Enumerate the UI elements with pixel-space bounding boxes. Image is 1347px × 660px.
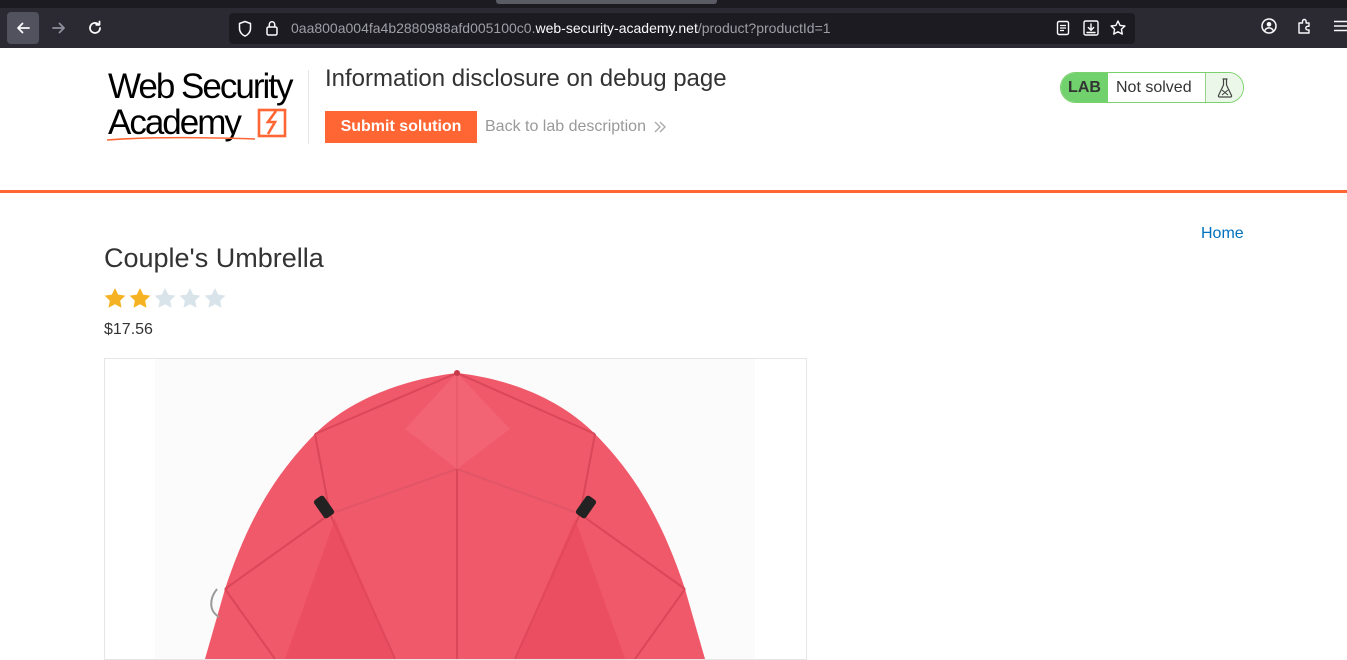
lab-status-text: Not solved: [1108, 73, 1206, 102]
star-filled-icon: [104, 288, 126, 308]
lab-title: Information disclosure on debug page: [325, 65, 727, 92]
arrow-right-icon: [52, 22, 65, 34]
reload-button[interactable]: [79, 12, 111, 44]
reader-view-icon[interactable]: [1055, 19, 1071, 37]
address-bar[interactable]: 0aa800a004fa4b2880988afd005100c0.web-sec…: [229, 13, 1135, 44]
umbrella-image: [155, 359, 755, 659]
back-button[interactable]: [7, 12, 39, 44]
bookmark-star-icon[interactable]: [1109, 19, 1127, 37]
lock-icon[interactable]: [265, 19, 279, 37]
star-empty-icon: [204, 288, 226, 308]
lab-status-widget: LAB Not solved: [1060, 72, 1244, 103]
lightning-bolt-icon: [257, 108, 287, 138]
url-path: /product?productId=1: [697, 20, 831, 36]
home-link[interactable]: Home: [1201, 225, 1244, 243]
star-filled-icon: [129, 288, 151, 308]
submit-solution-button[interactable]: Submit solution: [325, 111, 477, 143]
product-price: $17.56: [104, 321, 153, 338]
shield-icon[interactable]: [237, 20, 253, 38]
star-empty-icon: [154, 288, 176, 308]
browser-toolbar: 0aa800a004fa4b2880988afd005100c0.web-sec…: [0, 0, 1347, 48]
logo-underline-icon: [106, 136, 256, 141]
menu-icon[interactable]: [1332, 17, 1347, 35]
lab-flask-area: [1206, 73, 1243, 102]
product-image: [104, 358, 807, 660]
url-subdomain: 0aa800a004fa4b2880988afd005100c0.: [291, 20, 536, 36]
product-title: Couple's Umbrella: [104, 243, 324, 273]
account-icon[interactable]: [1260, 17, 1278, 35]
reload-icon: [89, 20, 101, 34]
double-chevron-right-icon[interactable]: [652, 118, 668, 136]
header-orange-rule: [0, 190, 1347, 193]
lab-badge: LAB: [1061, 73, 1108, 102]
url-host: web-security-academy.net: [535, 20, 698, 36]
url-text[interactable]: 0aa800a004fa4b2880988afd005100c0.web-sec…: [291, 20, 831, 36]
extensions-icon[interactable]: [1296, 17, 1314, 35]
flask-icon: [1217, 77, 1232, 98]
product-rating: [103, 287, 227, 309]
back-to-lab-description-link[interactable]: Back to lab description: [485, 118, 646, 136]
forward-button[interactable]: [43, 12, 75, 44]
header-divider: [308, 70, 309, 144]
web-security-academy-logo[interactable]: Web Security Academy: [104, 68, 310, 148]
star-empty-icon: [179, 288, 201, 308]
active-tab-indicator[interactable]: [496, 0, 717, 4]
logo-text-line1: Web Security: [108, 67, 293, 106]
download-icon[interactable]: [1082, 19, 1100, 37]
arrow-left-icon: [17, 22, 30, 34]
